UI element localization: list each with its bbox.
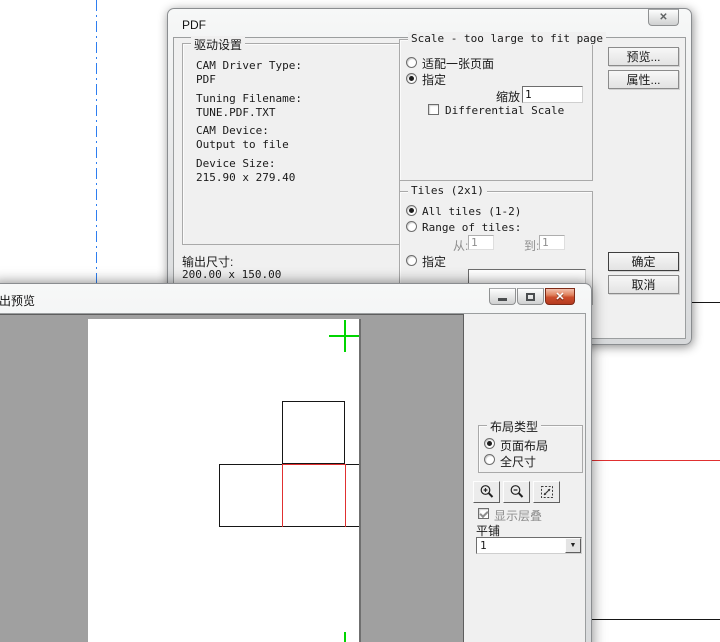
zoom-in-icon [480,485,493,498]
crosshair-vertical [344,320,346,352]
preview-canvas[interactable] [0,314,464,642]
preview-close-button[interactable]: ✕ [545,288,575,305]
board-outline-wide-rect [219,464,359,527]
radio-icon [406,221,417,232]
tiles-to-label: 到: [524,239,540,253]
driver-row-label: Device Size: [196,157,276,170]
radio-specify-tiles-label: 指定 [422,255,447,269]
crosshair-bottom-tick [344,632,346,642]
properties-button[interactable]: 属性... [608,70,679,89]
zoom-fit-icon [540,486,553,498]
driver-row-label: Tuning Filename: [196,92,302,105]
minimize-icon [498,298,507,301]
zoom-fit-button[interactable] [533,481,560,503]
radio-fit-label: 适配一张页面 [422,57,495,71]
tile-boundary-red-right [345,464,346,527]
ok-button[interactable]: 确定 [608,252,679,271]
board-outline-top-rect [282,401,345,464]
driver-row-label: CAM Device: [196,124,269,137]
pdf-dialog-title: PDF [182,18,206,32]
zoom-in-button[interactable] [473,481,500,503]
output-size-value: 200.00 x 150.00 [182,268,282,281]
cancel-button[interactable]: 取消 [608,275,679,294]
radio-full-size-label: 全尺寸 [500,455,537,469]
zoom-out-icon [510,485,523,498]
driver-row-value: PDF [196,73,216,86]
preview-page [88,319,361,642]
layout-type-group-title: 布局类型 [487,418,542,435]
layout-type-group: 布局类型 页面布局 全尺寸 [478,418,583,473]
scale-factor-label: 缩放 [496,90,521,104]
tiles-from-input[interactable] [468,235,494,250]
chevron-down-icon[interactable]: ▼ [565,538,581,553]
tile-boundary-red-top [282,464,346,465]
scale-group-title: Scale - too large to fit page [408,32,607,45]
maximize-button[interactable] [517,288,544,305]
driver-settings-group: 驱动设置 CAM Driver Type: PDF Tuning Filenam… [182,36,400,245]
scale-group: Scale - too large to fit page 适配一张页面 指定 … [399,32,607,181]
preview-side-panel: 布局类型 页面布局 全尺寸 显示层叠 平铺 1 ▼ [464,314,585,642]
driver-row-value: TUNE.PDF.TXT [196,106,276,119]
preview-button[interactable]: 预览... [608,47,679,66]
radio-page-layout-label: 页面布局 [500,439,549,453]
tile-boundary-red-left [282,464,283,527]
radio-all-tiles-label: All tiles (1-2) [422,205,522,218]
minimize-button[interactable] [489,288,516,305]
radio-specify-label: 指定 [422,73,447,87]
checkbox-icon [428,104,439,115]
maximize-icon [526,292,535,301]
tiles-from-label: 从: [453,239,469,253]
driver-settings-group-title: 驱动设置 [191,36,246,53]
scale-factor-input[interactable] [522,86,583,103]
pdf-dialog-close-button[interactable]: ✕ [648,9,679,26]
zoom-out-button[interactable] [503,481,530,503]
radio-icon [406,205,417,216]
radio-icon [406,57,417,68]
close-icon: ✕ [659,11,668,23]
radio-icon [406,73,417,84]
tiles-to-input[interactable] [539,235,565,250]
radio-range-tiles-label: Range of tiles: [422,221,522,234]
radio-icon [484,454,495,465]
radio-icon [406,255,417,266]
radio-icon [484,438,495,449]
close-icon: ✕ [555,291,565,303]
preview-window-title: 出预览 [0,294,36,308]
checkbox-icon [478,508,489,519]
tiles-group-title: Tiles (2x1) [408,184,487,197]
differential-scale-label: Differential Scale [445,104,565,117]
show-overlay-label: 显示层叠 [494,509,543,523]
app-root: PDF ✕ 驱动设置 CAM Driver Type: PDF Tuning F… [0,0,720,642]
driver-row-label: CAM Driver Type: [196,59,302,72]
driver-row-value: Output to file [196,138,289,151]
output-preview-window: 出预览 ✕ 布局类型 页面布局 全尺寸 显示层叠 平铺 1 ▼ [0,283,592,642]
driver-row-value: 215.90 x 279.40 [196,171,296,184]
